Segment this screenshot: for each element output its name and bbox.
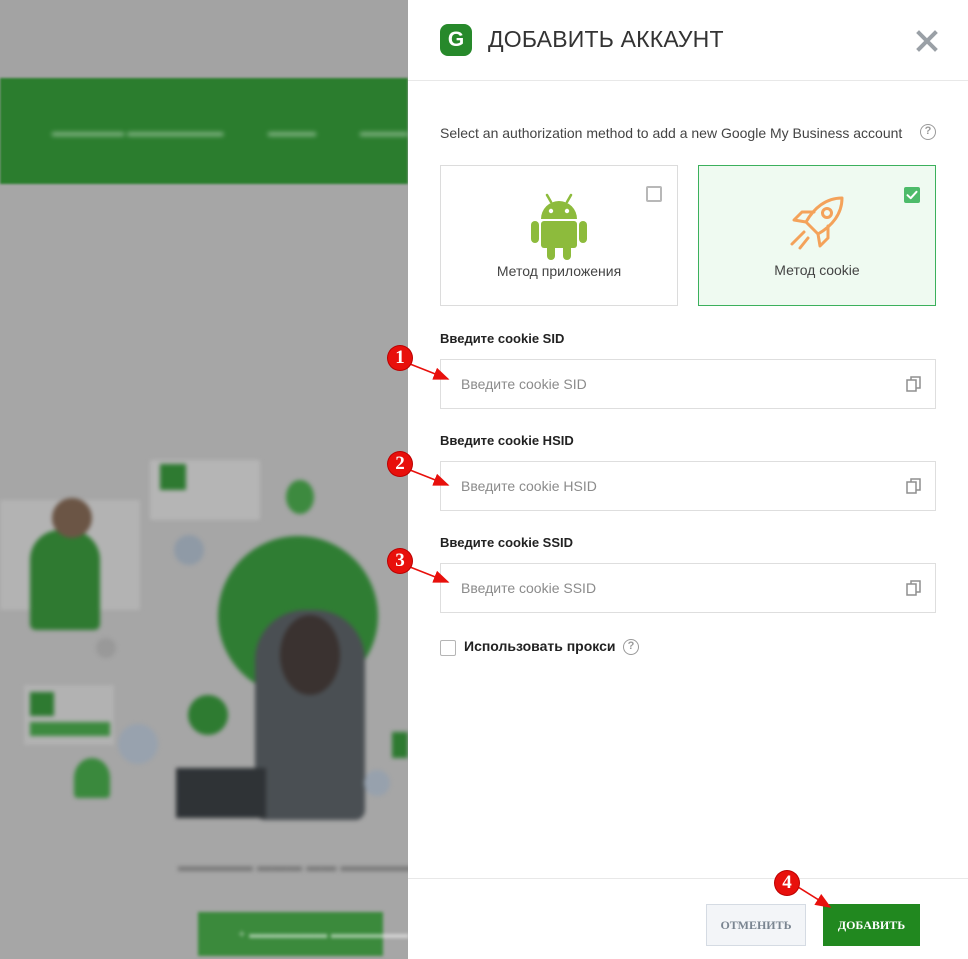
background-nav-bar: ▬▬▬▬▬▬ ▬▬▬▬▬▬▬▬ ▬▬▬▬ ▬▬▬▬ — [0, 78, 408, 184]
method-cookie-card[interactable]: Метод cookie — [698, 165, 936, 306]
background-caption: ▬▬▬▬▬ ▬▬▬ ▬▬ ▬▬▬▬▬▬▬▬ — [178, 858, 408, 875]
method-app-card[interactable]: Метод приложения — [440, 165, 678, 306]
method-cookie-checkbox[interactable] — [904, 187, 920, 203]
android-icon — [530, 192, 588, 260]
method-app-checkbox[interactable] — [646, 186, 662, 202]
background-illustration — [0, 440, 408, 840]
close-icon[interactable] — [916, 30, 938, 52]
hsid-label: Введите cookie HSID — [440, 433, 574, 448]
help-icon[interactable]: ? — [920, 124, 936, 140]
background-add-button: + ▬▬▬▬▬▬ ▬▬▬▬▬▬ — [198, 912, 408, 956]
method-app-label: Метод приложения — [496, 263, 622, 279]
annotation-marker-1: 1 — [388, 346, 412, 370]
copy-icon[interactable] — [906, 580, 922, 597]
panel-footer: ОТМЕНИТЬ ДОБАВИТЬ — [408, 878, 968, 959]
sid-input[interactable] — [441, 360, 901, 408]
copy-icon[interactable] — [906, 376, 922, 393]
annotation-marker-2: 2 — [388, 452, 412, 476]
panel-header: G ДОБАВИТЬ АККАУНТ — [408, 0, 968, 81]
ssid-field — [440, 563, 936, 613]
ssid-label: Введите cookie SSID — [440, 535, 574, 550]
background-page: ▬▬▬▬▬▬ ▬▬▬▬▬▬▬▬ ▬▬▬▬ ▬▬▬▬ ▬▬▬▬▬ ▬▬▬ ▬▬ ▬… — [0, 0, 408, 959]
app-logo: G — [440, 24, 472, 56]
hsid-input[interactable] — [441, 462, 901, 510]
rocket-icon — [786, 194, 850, 256]
panel-title: ДОБАВИТЬ АККАУНТ — [488, 26, 724, 52]
hsid-field — [440, 461, 936, 511]
cancel-button[interactable]: ОТМЕНИТЬ — [706, 904, 806, 946]
background-header — [0, 0, 408, 78]
method-cookie-label: Метод cookie — [774, 262, 860, 278]
checkmark-icon — [906, 190, 918, 200]
use-proxy-label[interactable]: Использовать прокси — [464, 638, 616, 654]
use-proxy-checkbox[interactable] — [440, 640, 456, 656]
add-account-panel: G ДОБАВИТЬ АККАУНТ Select an authorizati… — [408, 0, 968, 959]
sid-label: Введите cookie SID — [440, 331, 565, 346]
copy-icon[interactable] — [906, 478, 922, 495]
ssid-input[interactable] — [441, 564, 901, 612]
add-button[interactable]: ДОБАВИТЬ — [823, 904, 920, 946]
annotation-marker-3: 3 — [388, 549, 412, 573]
annotation-marker-4: 4 — [775, 871, 799, 895]
sid-field — [440, 359, 936, 409]
method-instructions: Select an authorization method to add a … — [440, 125, 903, 141]
help-icon[interactable]: ? — [623, 639, 639, 655]
